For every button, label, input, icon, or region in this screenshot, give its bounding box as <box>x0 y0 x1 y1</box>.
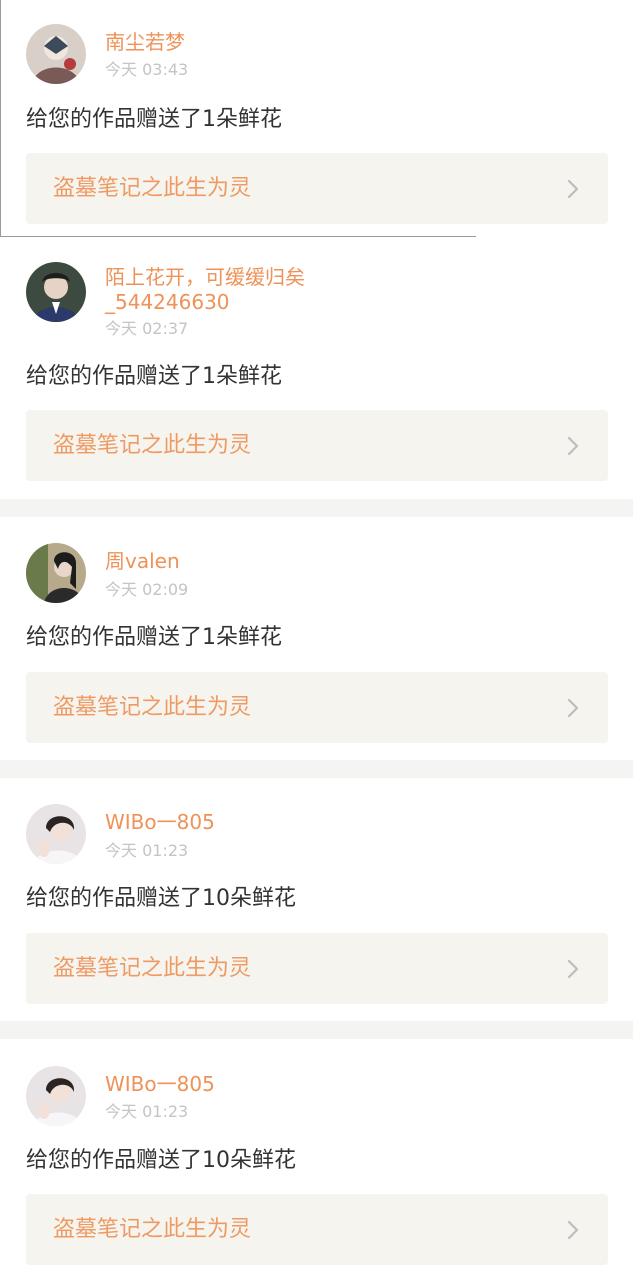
chevron-right-icon <box>567 698 579 717</box>
timestamp: 今天 02:09 <box>105 580 189 599</box>
work-title: 盗墓笔记之此生为灵 <box>53 955 252 981</box>
avatar-photo-icon <box>26 804 86 864</box>
work-link[interactable]: 盗墓笔记之此生为灵 <box>26 672 608 743</box>
username[interactable]: 南尘若梦 <box>105 30 185 55</box>
notification-card: 周valen 今天 02:09 给您的作品赠送了1朵鲜花 盗墓笔记之此生为灵 <box>0 517 633 760</box>
gift-message: 给您的作品赠送了10朵鲜花 <box>26 886 296 911</box>
notification-card: WIBo一805 今天 01:23 给您的作品赠送了10朵鲜花 盗墓笔记之此生为… <box>0 778 633 1021</box>
work-title: 盗墓笔记之此生为灵 <box>53 432 252 458</box>
avatar-photo-icon <box>26 24 86 84</box>
username[interactable]: 周valen <box>105 549 180 574</box>
section-gap <box>0 760 633 778</box>
work-link[interactable]: 盗墓笔记之此生为灵 <box>26 1194 608 1265</box>
timestamp: 今天 03:43 <box>105 60 189 79</box>
notification-card: 南尘若梦 今天 03:43 给您的作品赠送了1朵鲜花 盗墓笔记之此生为灵 <box>0 0 633 237</box>
gift-message: 给您的作品赠送了1朵鲜花 <box>26 364 282 389</box>
gift-message: 给您的作品赠送了1朵鲜花 <box>26 625 282 650</box>
avatar-photo-icon <box>26 543 86 603</box>
work-link[interactable]: 盗墓笔记之此生为灵 <box>26 153 608 224</box>
timestamp: 今天 01:23 <box>105 841 189 860</box>
username-continued[interactable]: _544246630 <box>105 290 230 315</box>
username[interactable]: WIBo一805 <box>105 810 215 835</box>
avatar[interactable] <box>26 24 86 84</box>
chevron-right-icon <box>567 179 579 198</box>
username[interactable]: 陌上花开，可缓缓归矣 <box>105 265 305 290</box>
avatar-photo-icon <box>26 1066 86 1126</box>
section-gap <box>0 499 633 517</box>
chevron-right-icon <box>567 1220 579 1239</box>
chevron-right-icon <box>567 436 579 455</box>
section-gap <box>0 1021 633 1039</box>
avatar[interactable] <box>26 804 86 864</box>
username[interactable]: WIBo一805 <box>105 1072 215 1097</box>
work-title: 盗墓笔记之此生为灵 <box>53 694 252 720</box>
avatar[interactable] <box>26 1066 86 1126</box>
work-title: 盗墓笔记之此生为灵 <box>53 175 252 201</box>
timestamp: 今天 01:23 <box>105 1102 189 1121</box>
work-link[interactable]: 盗墓笔记之此生为灵 <box>26 410 608 481</box>
notification-card: WIBo一805 今天 01:23 给您的作品赠送了10朵鲜花 盗墓笔记之此生为… <box>0 1039 633 1280</box>
divider <box>0 0 1 236</box>
work-title: 盗墓笔记之此生为灵 <box>53 1216 252 1242</box>
timestamp: 今天 02:37 <box>105 319 189 338</box>
work-link[interactable]: 盗墓笔记之此生为灵 <box>26 933 608 1004</box>
notification-card: 陌上花开，可缓缓归矣 _544246630 今天 02:37 给您的作品赠送了1… <box>0 237 633 499</box>
chevron-right-icon <box>567 959 579 978</box>
avatar[interactable] <box>26 262 86 322</box>
gift-message: 给您的作品赠送了1朵鲜花 <box>26 107 282 132</box>
gift-message: 给您的作品赠送了10朵鲜花 <box>26 1148 296 1173</box>
avatar-photo-icon <box>26 262 86 322</box>
avatar[interactable] <box>26 543 86 603</box>
